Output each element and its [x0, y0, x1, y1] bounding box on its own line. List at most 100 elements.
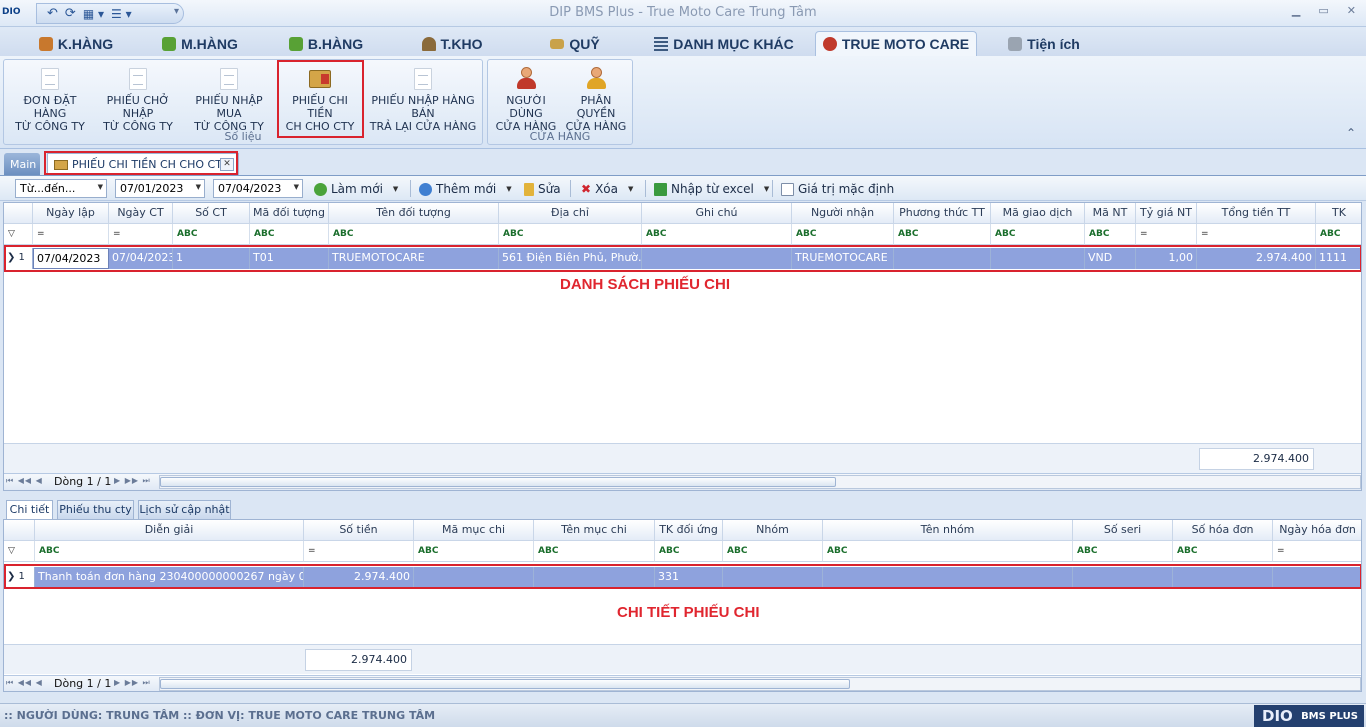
tab-quy[interactable]: QUỸ: [542, 31, 608, 56]
cell-ngay-hoa-don[interactable]: [1273, 567, 1361, 588]
tab-phieu-thu-cty[interactable]: Phiếu thu cty: [57, 500, 134, 519]
default-value-button[interactable]: Giá trị mặc định: [781, 180, 894, 198]
col-ngay-ct[interactable]: Ngày CT: [109, 203, 173, 224]
filter-cell[interactable]: ABC: [642, 224, 792, 245]
close-icon[interactable]: ✕: [1347, 4, 1356, 17]
col-dia-chi[interactable]: Địa chỉ: [499, 203, 642, 224]
phan-quyen-cua-hang-button[interactable]: PHÂN QUYỀN CỬA HÀNG: [560, 66, 632, 133]
col-ngay-hoa-don[interactable]: Ngày hóa đơn: [1273, 520, 1361, 541]
filter-cell[interactable]: ABC: [823, 541, 1073, 562]
col-ma-muc-chi[interactable]: Mã mục chi: [414, 520, 534, 541]
filter-cell[interactable]: ABC: [1073, 541, 1173, 562]
cell-ma-doi-tuong[interactable]: T01: [250, 248, 329, 269]
nguoi-dung-cua-hang-button[interactable]: NGƯỜI DÙNG CỬA HÀNG: [490, 66, 562, 133]
filter-cell[interactable]: ABC: [1173, 541, 1273, 562]
phieu-chi-tien-button[interactable]: PHIẾU CHI TIỀN CH CHO CTY: [279, 66, 361, 133]
cell-ngay-lap[interactable]: 07/04/2023: [33, 248, 109, 269]
filter-cell[interactable]: =: [304, 541, 414, 562]
delete-button[interactable]: ✖ Xóa ▼: [581, 180, 633, 198]
filter-cell[interactable]: =: [1273, 541, 1361, 562]
cell-ten-nhom[interactable]: [823, 567, 1073, 588]
col-ten-doi-tuong[interactable]: Tên đối tượng: [329, 203, 499, 224]
cell-ngay-ct[interactable]: 07/04/2023: [109, 248, 173, 269]
add-button[interactable]: Thêm mới ▼: [419, 180, 512, 198]
filter-cell[interactable]: ABC: [723, 541, 823, 562]
col-so-hoa-don[interactable]: Số hóa đơn: [1173, 520, 1273, 541]
don-dat-hang-button[interactable]: ĐƠN ĐẶT HÀNG TỪ CÔNG TY: [6, 66, 94, 133]
cell-phuong-thuc-tt[interactable]: [894, 248, 991, 269]
col-ten-muc-chi[interactable]: Tên mục chi: [534, 520, 655, 541]
tab-mhang[interactable]: M.HÀNG: [152, 31, 248, 56]
nav-next-buttons[interactable]: ▶ ▶▶ ⏭: [114, 678, 151, 688]
col-ten-nhom[interactable]: Tên nhóm: [823, 520, 1073, 541]
cell-so-seri[interactable]: [1073, 567, 1173, 588]
filter-cell[interactable]: ABC: [414, 541, 534, 562]
minimize-icon[interactable]: ▁: [1292, 4, 1300, 17]
filter-cell[interactable]: ABC: [1316, 224, 1361, 245]
tab-chi-tiet[interactable]: Chi tiết: [6, 500, 53, 519]
tab-bhang[interactable]: B.HÀNG: [280, 31, 372, 56]
cell-so-ct[interactable]: 1: [173, 248, 250, 269]
tab-main[interactable]: Main: [4, 153, 40, 175]
cell-nguoi-nhan[interactable]: TRUEMOTOCARE: [792, 248, 894, 269]
filter-cell[interactable]: =: [109, 224, 173, 245]
cell-tk-doi-ung[interactable]: 331: [655, 567, 723, 588]
horizontal-scrollbar[interactable]: [159, 475, 1361, 489]
col-nguoi-nhan[interactable]: Người nhận: [792, 203, 894, 224]
close-tab-icon[interactable]: ✕: [220, 158, 234, 171]
restore-icon[interactable]: ▭: [1318, 4, 1328, 17]
col-dien-giai[interactable]: Diễn giải: [35, 520, 304, 541]
filter-cell[interactable]: ABC: [655, 541, 723, 562]
cell-dia-chi[interactable]: 561 Điện Biên Phủ, Phườ...: [499, 248, 642, 269]
cell-so-hoa-don[interactable]: [1173, 567, 1273, 588]
cell-so-tien[interactable]: 2.974.400: [304, 567, 414, 588]
filter-cell[interactable]: ABC: [35, 541, 304, 562]
col-ngay-lap[interactable]: Ngày lập: [33, 203, 109, 224]
phieu-cho-nhap-button[interactable]: PHIẾU CHỞ NHẬP TỪ CÔNG TY: [92, 66, 184, 133]
refresh-button[interactable]: Làm mới ▼: [314, 180, 398, 198]
filter-cell[interactable]: ABC: [329, 224, 499, 245]
nav-prev-buttons[interactable]: ⏮ ◀◀ ◀: [6, 678, 43, 688]
cell-ten-doi-tuong[interactable]: TRUEMOTOCARE: [329, 248, 499, 269]
filter-cell[interactable]: =: [1136, 224, 1197, 245]
filter-cell[interactable]: ABC: [250, 224, 329, 245]
col-phuong-thuc-tt[interactable]: Phương thức TT: [894, 203, 991, 224]
phieu-nhap-hang-ban-tra-lai-button[interactable]: PHIẾU NHẬP HÀNG BÁN TRẢ LẠI CỬA HÀNG: [363, 66, 483, 133]
col-tk-doi-ung[interactable]: TK đối ứng: [655, 520, 723, 541]
cell-tong-tien-tt[interactable]: 2.974.400: [1197, 248, 1316, 269]
col-ma-nt[interactable]: Mã NT: [1085, 203, 1136, 224]
col-tk[interactable]: TK: [1316, 203, 1361, 224]
cell-dien-giai[interactable]: Thanh toán đơn hàng 230400000000267 ngày…: [35, 567, 304, 588]
tab-tien-ich[interactable]: Tiện ích: [1004, 31, 1084, 56]
cell-ma-giao-dich[interactable]: [991, 248, 1085, 269]
filter-cell[interactable]: ABC: [894, 224, 991, 245]
filter-cell[interactable]: ABC: [534, 541, 655, 562]
cell-ty-gia-nt[interactable]: 1,00: [1136, 248, 1197, 269]
filter-cell[interactable]: =: [33, 224, 109, 245]
date-to-input[interactable]: 07/04/2023 ▼: [213, 179, 303, 198]
tab-true-moto-care[interactable]: TRUE MOTO CARE: [815, 31, 977, 56]
filter-cell[interactable]: ABC: [991, 224, 1085, 245]
col-tong-tien-tt[interactable]: Tổng tiền TT: [1197, 203, 1316, 224]
range-select[interactable]: Từ...đến... ▼: [15, 179, 107, 198]
horizontal-scrollbar[interactable]: [159, 677, 1361, 691]
import-excel-button[interactable]: Nhập từ excel ▼: [654, 180, 769, 198]
cell-ma-muc-chi[interactable]: [414, 567, 534, 588]
tab-lich-su-cap-nhat[interactable]: Lịch sử cập nhật: [138, 500, 231, 519]
filter-cell[interactable]: ABC: [1085, 224, 1136, 245]
col-ma-giao-dich[interactable]: Mã giao dịch: [991, 203, 1085, 224]
cell-nhom[interactable]: [723, 567, 823, 588]
nav-next-buttons[interactable]: ▶ ▶▶ ⏭: [114, 476, 151, 486]
col-so-ct[interactable]: Số CT: [173, 203, 250, 224]
col-ghi-chu[interactable]: Ghi chú: [642, 203, 792, 224]
tab-tkho[interactable]: T.KHO: [412, 31, 492, 56]
date-from-input[interactable]: 07/01/2023 ▼: [115, 179, 205, 198]
filter-cell[interactable]: ABC: [499, 224, 642, 245]
edit-button[interactable]: Sửa: [524, 180, 561, 198]
cell-tk[interactable]: 1111: [1316, 248, 1361, 269]
col-ma-doi-tuong[interactable]: Mã đối tượng: [250, 203, 329, 224]
scroll-thumb[interactable]: [160, 477, 836, 487]
col-so-tien[interactable]: Số tiền: [304, 520, 414, 541]
cell-ma-nt[interactable]: VND: [1085, 248, 1136, 269]
cell-ghi-chu[interactable]: [642, 248, 792, 269]
